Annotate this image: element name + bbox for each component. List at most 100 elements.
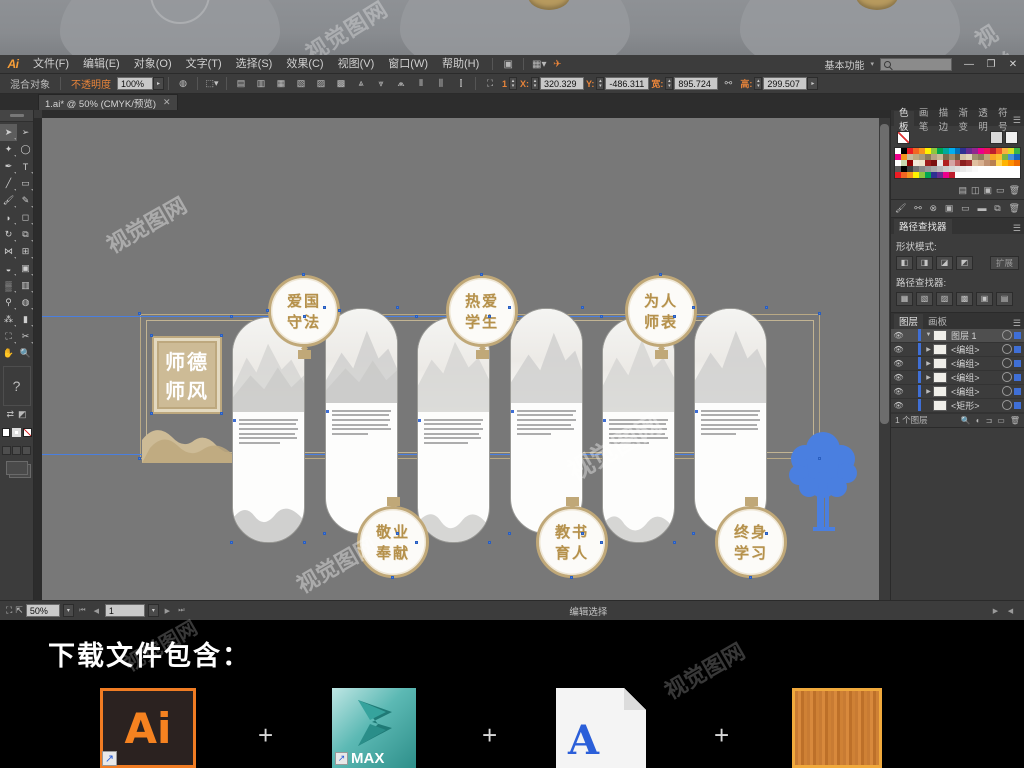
arrange-documents-icon[interactable]: ▦▾ xyxy=(530,57,548,72)
width-tool-icon[interactable]: ⋈ xyxy=(0,243,17,260)
close-icon[interactable]: ✕ xyxy=(163,97,171,108)
anchor-point[interactable] xyxy=(138,457,141,460)
delete-layer-icon[interactable]: 🗑 xyxy=(1010,416,1020,425)
tab-transparency[interactable]: 透明 xyxy=(973,108,993,133)
align-top-icon[interactable]: ▧ xyxy=(292,76,310,91)
font-file-icon[interactable]: A xyxy=(556,688,646,768)
disclosure-triangle-icon[interactable]: ▶ xyxy=(924,388,933,395)
symbol-sprayer-tool-icon[interactable]: ⁂ xyxy=(0,311,17,328)
status-resize-icon[interactable]: ◀ xyxy=(1005,607,1016,615)
eye-icon[interactable]: 👁 xyxy=(891,387,906,396)
distribute-bottom-icon[interactable]: ⩕ xyxy=(392,76,410,91)
badge-reai-xuesheng[interactable]: 热爱 学生 xyxy=(446,275,518,347)
locate-object-icon[interactable]: 🔍 xyxy=(961,416,971,425)
y-input[interactable]: -486.311 xyxy=(605,77,650,90)
eye-icon[interactable]: 👁 xyxy=(891,401,906,410)
align-middle-icon[interactable]: ▨ xyxy=(312,76,330,91)
align-center-h-icon[interactable]: ▥ xyxy=(252,76,270,91)
close-button[interactable]: ✕ xyxy=(1002,55,1024,74)
anchor-point[interactable] xyxy=(581,306,584,309)
align-right-icon[interactable]: ▦ xyxy=(272,76,290,91)
new-brush-icon[interactable]: ▭ xyxy=(961,203,970,214)
tab-brushes[interactable]: 画笔 xyxy=(914,108,934,133)
align-bottom-icon[interactable]: ▩ xyxy=(332,76,350,91)
transform-icon[interactable]: ⛶ xyxy=(481,76,499,91)
anchor-point[interactable] xyxy=(220,412,223,415)
anchor-point[interactable] xyxy=(396,306,399,309)
panel-menu-icon[interactable]: ☰ xyxy=(1013,223,1024,234)
selection-tool-icon[interactable]: ➤ xyxy=(0,124,17,141)
new-sublayer-icon[interactable]: ⊐ xyxy=(986,416,993,425)
eye-icon[interactable]: 👁 xyxy=(891,373,906,382)
swatch-options-icon[interactable]: ▣ xyxy=(984,185,993,196)
anchor-point[interactable] xyxy=(673,541,676,544)
gradient-tool-icon[interactable]: ▥ xyxy=(17,277,34,294)
menu-view[interactable]: 视图(V) xyxy=(331,55,382,74)
isolate-icon[interactable]: ⬚▾ xyxy=(203,76,221,91)
tab-symbols[interactable]: 符号 xyxy=(993,108,1013,133)
eraser-tool-icon[interactable]: ◻ xyxy=(17,209,34,226)
h-input[interactable]: 299.507 xyxy=(763,77,808,90)
target-indicator[interactable] xyxy=(1002,400,1012,411)
content-panel[interactable] xyxy=(232,317,305,543)
artboard-canvas[interactable]: 师德 师风 爱国 守法 热爱 学生 为人 师表 敬业 奉献 教书 育人 终身 学… xyxy=(42,118,879,609)
disclosure-triangle-icon[interactable]: ▶ xyxy=(924,360,933,367)
layer-row[interactable]: 👁 ▶ <编组> xyxy=(891,385,1024,399)
menu-object[interactable]: 对象(O) xyxy=(127,55,179,74)
anchor-point[interactable] xyxy=(692,306,695,309)
prev-page-icon[interactable]: ◀ xyxy=(91,607,102,615)
free-transform-tool-icon[interactable]: ⊞ xyxy=(17,243,34,260)
anchor-point[interactable] xyxy=(303,541,306,544)
w-input[interactable]: 895.724 xyxy=(674,77,719,90)
lasso-tool-icon[interactable]: ◯ xyxy=(17,141,34,158)
delete-swatch-icon[interactable]: 🗑 xyxy=(1009,185,1020,196)
screen-mode-icon[interactable] xyxy=(5,461,28,475)
anchor-point[interactable] xyxy=(570,576,573,579)
menu-help[interactable]: 帮助(H) xyxy=(435,55,486,74)
selection-indicator[interactable] xyxy=(1014,373,1021,381)
anchor-point[interactable] xyxy=(508,532,511,535)
selection-indicator[interactable] xyxy=(1014,359,1021,367)
folder-icon[interactable]: ▬ xyxy=(977,203,986,213)
selection-indicator[interactable] xyxy=(1014,345,1021,353)
show-swatch-kinds-icon[interactable]: ◫ xyxy=(971,185,980,196)
brush-link-icon[interactable]: ⚯ xyxy=(914,203,922,214)
layer-row[interactable]: 👁 ▶ <编组> xyxy=(891,371,1024,385)
bridge-icon[interactable]: ▣ xyxy=(499,57,517,72)
search-input[interactable] xyxy=(880,57,952,71)
anchor-point[interactable] xyxy=(138,312,141,315)
h-stepper[interactable]: ▴ ▾ xyxy=(754,77,763,90)
target-indicator[interactable] xyxy=(1002,330,1012,341)
badge-weiren-shibiao[interactable]: 为人 师表 xyxy=(625,275,697,347)
divide-icon[interactable]: ▦ xyxy=(896,291,913,306)
tab-layers[interactable]: 图层 xyxy=(894,313,924,329)
tab-stroke[interactable]: 描边 xyxy=(934,108,954,133)
perspective-grid-tool-icon[interactable]: ▣ xyxy=(17,260,34,277)
eyedropper-tool-icon[interactable]: ⚲ xyxy=(0,294,17,311)
type-tool-icon[interactable]: T xyxy=(17,158,34,175)
opacity-label[interactable]: 不透明度 xyxy=(65,76,117,91)
anchor-point[interactable] xyxy=(230,315,233,318)
unite-icon[interactable]: ◧ xyxy=(896,255,913,270)
anchor-point[interactable] xyxy=(749,576,752,579)
make-clipping-mask-icon[interactable]: ◐ xyxy=(976,416,981,425)
target-indicator[interactable] xyxy=(1002,372,1012,383)
new-layer-icon[interactable]: ▭ xyxy=(997,416,1005,425)
swatch-libraries-icon[interactable]: ▤ xyxy=(959,185,968,196)
tree-silhouette[interactable] xyxy=(787,423,859,533)
stroke-swatch[interactable] xyxy=(12,428,21,437)
minus-back-icon[interactable]: ▤ xyxy=(996,291,1013,306)
next-page-icon[interactable]: ▶ xyxy=(162,607,173,615)
transform-dropdown-icon[interactable]: ▸ xyxy=(807,77,819,90)
anchor-point[interactable] xyxy=(488,315,491,318)
new-swatch-icon[interactable]: ▭ xyxy=(996,185,1005,196)
anchor-point[interactable] xyxy=(303,315,306,318)
eye-icon[interactable]: 👁 xyxy=(891,331,906,340)
menu-window[interactable]: 窗口(W) xyxy=(381,55,435,74)
rotate-tool-icon[interactable]: ↻ xyxy=(0,226,17,243)
align-left-icon[interactable]: ▤ xyxy=(232,76,250,91)
anchor-point[interactable] xyxy=(323,532,326,535)
swatch-grid[interactable] xyxy=(894,147,1021,179)
disclosure-triangle-icon[interactable]: ▶ xyxy=(924,374,933,381)
anchor-point[interactable] xyxy=(230,541,233,544)
